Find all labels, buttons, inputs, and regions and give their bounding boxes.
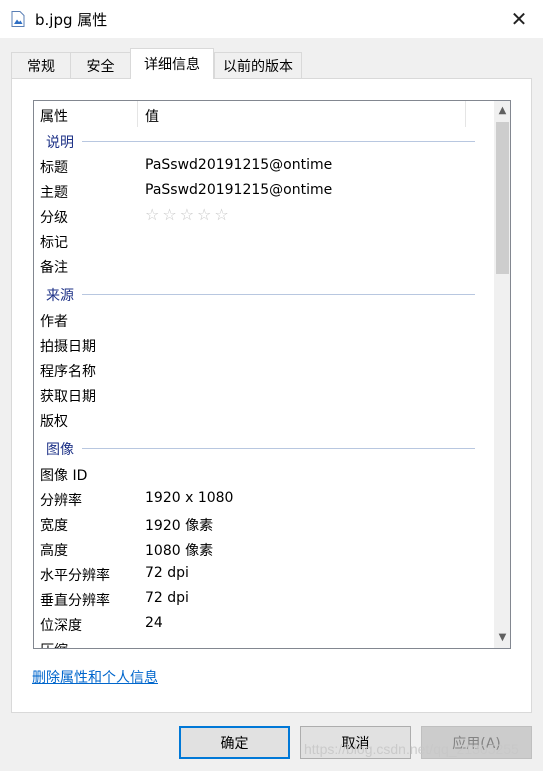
row-vres-value: 72 dpi (145, 590, 189, 606)
watermark: https://blog.csdn.net/qq_21305255 (304, 741, 519, 757)
scroll-thumb[interactable] (496, 122, 509, 274)
row-hres-label: 水平分辨率 (40, 568, 110, 584)
image-file-icon (11, 11, 25, 27)
row-subject-value[interactable]: PaSswd20191215@ontime (145, 182, 332, 198)
row-bitdepth-label: 位深度 (40, 618, 82, 634)
close-icon[interactable]: ✕ (504, 4, 534, 34)
group-description: 说明 (46, 135, 74, 151)
row-height-value: 1080 像素 (145, 543, 214, 559)
vertical-scrollbar[interactable]: ▲ ▼ (494, 101, 510, 648)
row-author-label: 作者 (40, 314, 68, 330)
column-divider[interactable] (137, 101, 138, 127)
property-list[interactable]: 属性 值 说明 标题 PaSswd20191215@ontime 主题 PaSs… (33, 100, 511, 649)
row-compression-label: 压缩 (40, 640, 68, 648)
row-width-label: 宽度 (40, 518, 68, 534)
row-title-label: 标题 (40, 160, 68, 176)
row-comments-label: 备注 (40, 260, 68, 276)
row-image-id-label: 图像 ID (40, 468, 88, 484)
group-divider (82, 448, 475, 449)
row-title-value[interactable]: PaSswd20191215@ontime (145, 157, 332, 173)
scroll-down-icon[interactable]: ▼ (494, 629, 510, 646)
row-subject-label: 主题 (40, 185, 68, 201)
tab-details[interactable]: 详细信息 (130, 48, 214, 79)
row-program-label: 程序名称 (40, 364, 96, 380)
row-height-label: 高度 (40, 543, 68, 559)
column-value[interactable]: 值 (145, 106, 159, 126)
row-copyright-label: 版权 (40, 414, 68, 430)
column-header: 属性 值 (34, 101, 494, 131)
tab-bar: 常规 安全 详细信息 以前的版本 (11, 48, 532, 79)
column-divider[interactable] (465, 101, 466, 127)
scroll-up-icon[interactable]: ▲ (494, 102, 510, 119)
row-date-taken-label: 拍摄日期 (40, 339, 96, 355)
row-width-value: 1920 像素 (145, 518, 214, 534)
ok-button[interactable]: 确定 (179, 726, 290, 759)
details-panel: 属性 值 说明 标题 PaSswd20191215@ontime 主题 PaSs… (11, 78, 532, 713)
tab-label: 详细信息 (144, 57, 200, 73)
remove-properties-link[interactable]: 删除属性和个人信息 (32, 667, 158, 687)
group-divider (82, 294, 475, 295)
row-bitdepth-value: 24 (145, 615, 163, 631)
row-hres-value: 72 dpi (145, 565, 189, 581)
window-title: b.jpg 属性 (35, 11, 108, 29)
tab-previous-versions[interactable]: 以前的版本 (214, 52, 302, 79)
row-dimensions-label: 分辨率 (40, 493, 82, 509)
row-dimensions-value: 1920 x 1080 (145, 490, 234, 506)
tab-general[interactable]: 常规 (11, 52, 71, 79)
column-property[interactable]: 属性 (40, 106, 68, 126)
row-rating-label: 分级 (40, 210, 68, 226)
group-image: 图像 (46, 442, 74, 458)
tab-label: 以前的版本 (223, 59, 293, 75)
tab-security[interactable]: 安全 (70, 52, 131, 79)
title-bar: b.jpg 属性 ✕ (0, 0, 543, 38)
tab-label: 安全 (86, 59, 115, 75)
row-tags-label: 标记 (40, 235, 68, 251)
rating-stars[interactable]: ☆☆☆☆☆ (145, 205, 232, 224)
row-date-acquired-label: 获取日期 (40, 389, 96, 405)
group-origin: 来源 (46, 288, 74, 304)
row-vres-label: 垂直分辨率 (40, 593, 110, 609)
ok-button-label: 确定 (220, 735, 249, 752)
group-divider (82, 141, 475, 142)
tab-label: 常规 (27, 59, 55, 75)
